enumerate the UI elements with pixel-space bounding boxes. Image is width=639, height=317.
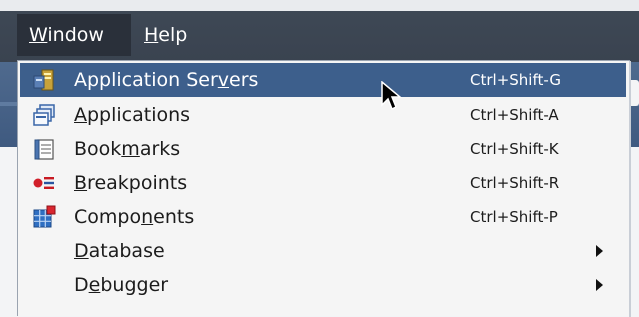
menu-item-components[interactable]: Components Ctrl+Shift-P (20, 200, 626, 234)
submenu-arrow-icon (596, 279, 603, 291)
mouse-cursor-icon (381, 81, 403, 111)
menu-item-debugger[interactable]: Debugger (20, 268, 626, 302)
applications-icon (33, 104, 55, 126)
menu-item-breakpoints[interactable]: Breakpoints Ctrl+Shift-R (20, 166, 626, 200)
menu-item-label: Bookmarks (74, 138, 181, 160)
menu-item-applications[interactable]: Applications Ctrl+Shift-A (20, 98, 626, 132)
menu-item-database[interactable]: Database (20, 234, 626, 268)
menu-item-label: Components (74, 206, 195, 228)
menu-item-shortcut: Ctrl+Shift-R (470, 174, 560, 192)
menu-window[interactable]: Window (17, 14, 131, 56)
menu-item-application-servers[interactable]: Application Servers Ctrl+Shift-G (20, 63, 626, 97)
menu-item-shortcut: Ctrl+Shift-G (470, 71, 561, 89)
dropdown-shadow (629, 61, 631, 317)
components-icon (33, 205, 56, 228)
menu-item-shortcut: Ctrl+Shift-A (470, 106, 559, 124)
menu-item-shortcut: Ctrl+Shift-P (470, 208, 558, 226)
application-servers-icon (33, 69, 54, 91)
bookmarks-icon (34, 139, 54, 160)
window-menu-dropdown: Application Servers Ctrl+Shift-G Applica… (17, 60, 631, 317)
menu-item-label: Database (74, 240, 165, 262)
menu-item-label: Application Servers (74, 69, 259, 91)
menu-item-label: Applications (74, 104, 191, 126)
menu-item-label: Debugger (74, 274, 169, 296)
menu-item-shortcut: Ctrl+Shift-K (470, 140, 559, 158)
menu-item-bookmarks[interactable]: Bookmarks Ctrl+Shift-K (20, 132, 626, 166)
menu-help[interactable]: Help (132, 14, 202, 56)
menu-item-label: Breakpoints (74, 172, 188, 194)
menu-bar: Window Help (0, 0, 639, 62)
menu-bar-top-edge (0, 0, 639, 11)
submenu-arrow-icon (596, 245, 603, 257)
breakpoints-icon (33, 177, 54, 189)
